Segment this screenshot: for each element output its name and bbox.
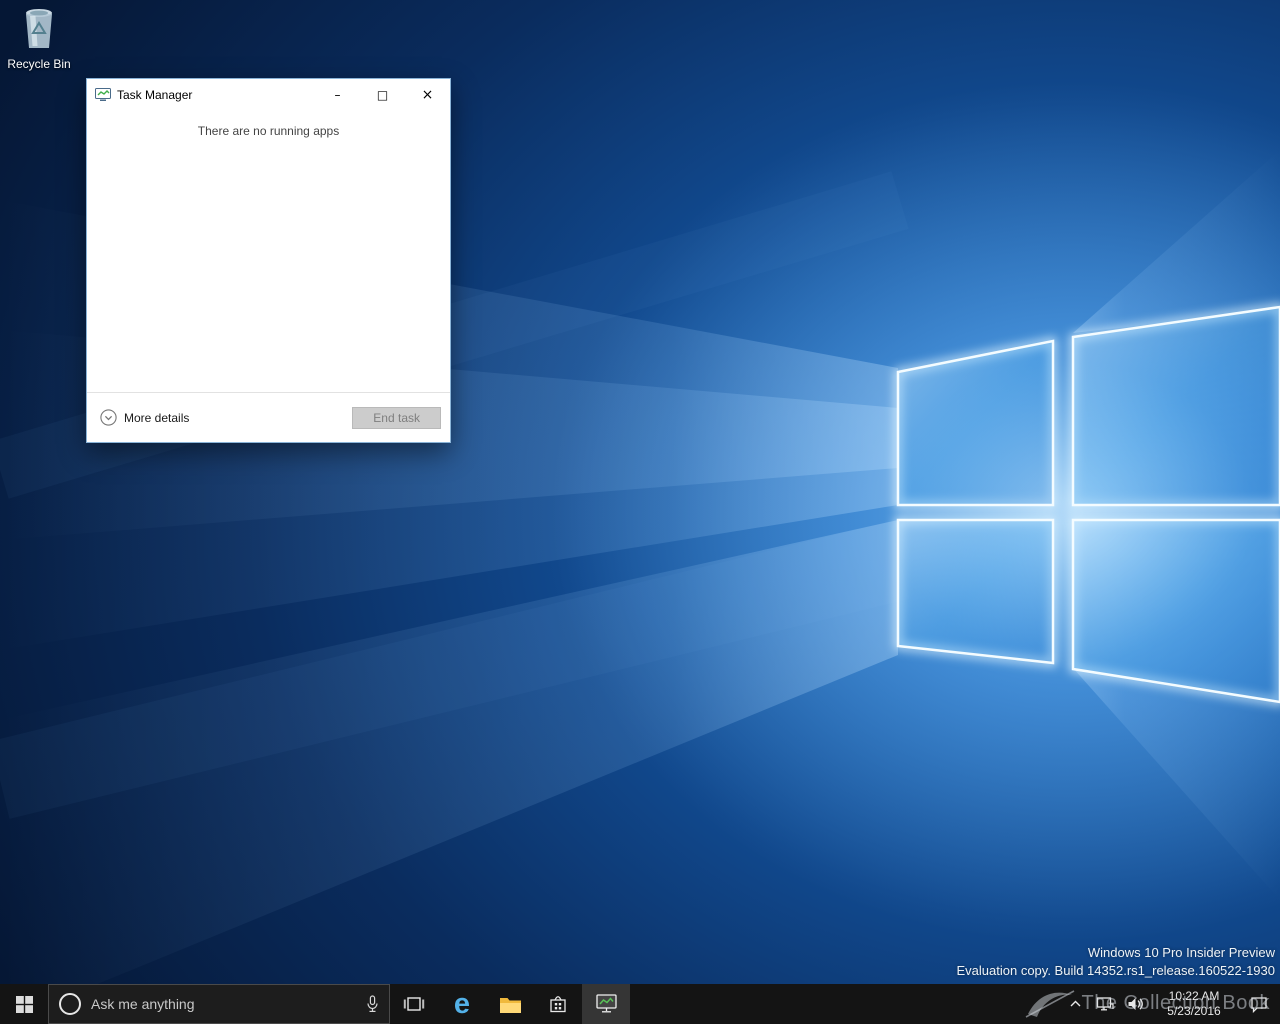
- task-manager-app-icon: [95, 88, 111, 102]
- close-button[interactable]: ×: [405, 80, 450, 110]
- task-view-button[interactable]: [390, 984, 438, 1024]
- task-manager-icon: [595, 994, 618, 1014]
- system-tray: 10:22 AM 5/23/2016: [1060, 984, 1280, 1024]
- task-view-icon: [403, 996, 425, 1012]
- store-button[interactable]: [534, 984, 582, 1024]
- file-explorer-button[interactable]: [486, 984, 534, 1024]
- chevron-up-icon: [1070, 1000, 1081, 1008]
- no-running-apps-message: There are no running apps: [87, 124, 450, 138]
- edge-icon: e: [454, 990, 470, 1019]
- more-details-label: More details: [124, 411, 189, 425]
- task-manager-titlebar[interactable]: Task Manager – □ ×: [87, 79, 450, 110]
- shopping-bag-icon: [548, 994, 568, 1014]
- build-watermark: Windows 10 Pro Insider Preview Evaluatio…: [957, 944, 1276, 980]
- clock-time: 10:22 AM: [1158, 989, 1230, 1004]
- window-title: Task Manager: [117, 88, 315, 102]
- tray-expand-button[interactable]: [1060, 984, 1090, 1024]
- end-task-button[interactable]: End task: [352, 407, 441, 429]
- folder-icon: [499, 995, 522, 1014]
- windows-logo-icon: [16, 996, 33, 1013]
- desktop: Recycle Bin Task Manager – □ × There are…: [0, 0, 1280, 1024]
- cortana-search-box[interactable]: [48, 984, 390, 1024]
- network-icon: [1096, 996, 1114, 1012]
- edge-button[interactable]: e: [438, 984, 486, 1024]
- recycle-bin-label: Recycle Bin: [6, 57, 72, 71]
- volume-tray-button[interactable]: [1120, 984, 1150, 1024]
- build-watermark-line2: Evaluation copy. Build 14352.rs1_release…: [957, 962, 1276, 980]
- cortana-icon: [59, 993, 81, 1015]
- speaker-icon: [1127, 997, 1143, 1011]
- trash-bin-icon: [20, 6, 58, 50]
- action-center-icon: [1250, 996, 1268, 1013]
- more-details-button[interactable]: More details: [96, 407, 193, 428]
- minimize-button[interactable]: –: [315, 80, 360, 110]
- search-input[interactable]: [89, 995, 358, 1013]
- network-tray-button[interactable]: [1090, 984, 1120, 1024]
- action-center-button[interactable]: [1238, 984, 1280, 1024]
- recycle-bin-icon[interactable]: Recycle Bin: [6, 6, 72, 71]
- maximize-button[interactable]: □: [360, 80, 405, 110]
- build-watermark-line1: Windows 10 Pro Insider Preview: [957, 944, 1276, 962]
- task-manager-window: Task Manager – □ × There are no running …: [86, 78, 451, 443]
- task-manager-app-list: There are no running apps: [87, 110, 450, 392]
- taskbar-clock[interactable]: 10:22 AM 5/23/2016: [1150, 984, 1238, 1024]
- chevron-down-circle-icon: [100, 409, 117, 426]
- task-manager-footer: More details End task: [87, 392, 450, 442]
- taskbar: e: [0, 984, 1280, 1024]
- task-manager-taskbar-button[interactable]: [582, 984, 630, 1024]
- clock-date: 5/23/2016: [1158, 1004, 1230, 1019]
- start-button[interactable]: [0, 984, 48, 1024]
- microphone-icon[interactable]: [366, 995, 379, 1013]
